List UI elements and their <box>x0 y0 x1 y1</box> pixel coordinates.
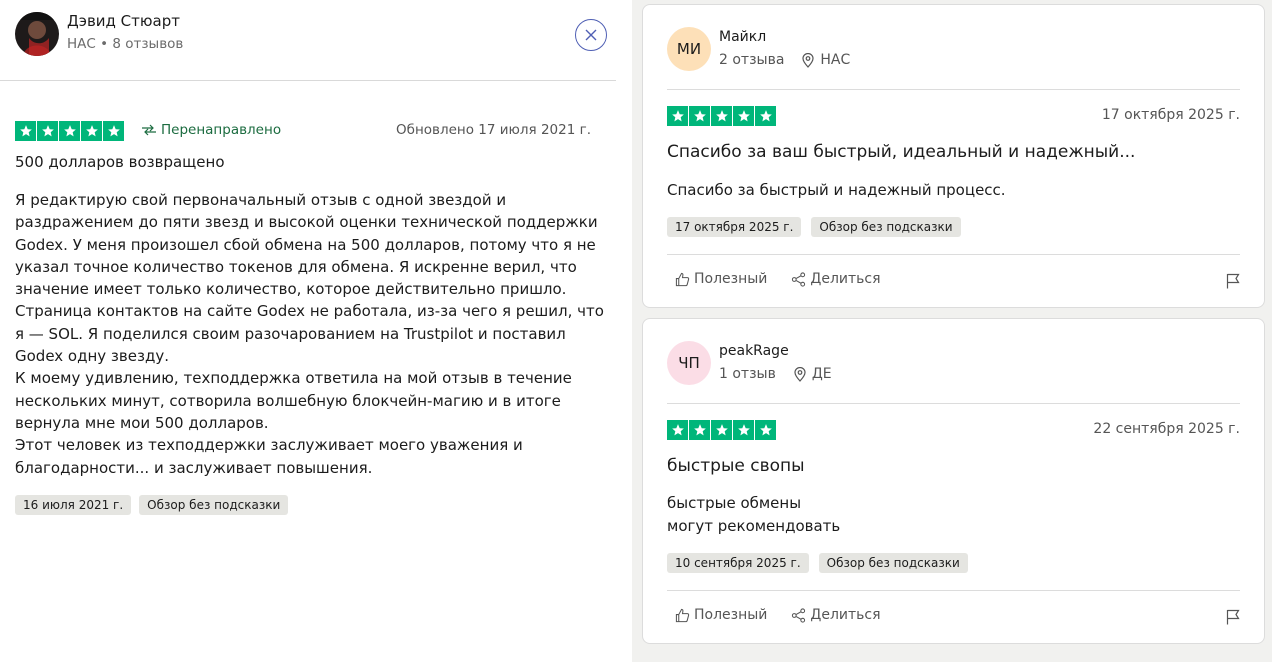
location-pin-icon <box>802 52 815 68</box>
share-label: Делиться <box>810 607 881 623</box>
star-icon <box>103 121 124 141</box>
useful-label: Полезный <box>694 607 768 623</box>
review-date: 22 сентября 2025 г. <box>1093 421 1240 437</box>
star-icon <box>689 420 710 440</box>
star-icon <box>59 121 80 141</box>
rating-stars <box>15 121 124 141</box>
review-author-header: Дэвид Стюарт НАС • 8 отзывов <box>0 0 616 81</box>
star-icon <box>667 420 688 440</box>
reviewer-meta: 2 отзыва НАС <box>719 52 850 68</box>
star-icon <box>15 121 36 141</box>
review-card: МИ Майкл 2 отзыва НАС 17 октября 2025 г.… <box>642 4 1265 308</box>
reviewer-location: ДЕ <box>811 366 832 382</box>
divider <box>667 254 1240 255</box>
flag-icon <box>1226 273 1240 289</box>
review-tags: 17 октября 2025 г. Обзор без подсказки <box>667 217 961 237</box>
review-title[interactable]: быстрые свопы <box>667 456 805 476</box>
avatar[interactable]: ЧП <box>667 341 711 385</box>
unprompted-tag: Обзор без подсказки <box>139 495 289 515</box>
divider <box>667 89 1240 90</box>
useful-button[interactable]: Полезный <box>675 271 767 287</box>
avatar[interactable]: МИ <box>667 27 711 71</box>
author-avatar[interactable] <box>15 12 59 56</box>
review-text-line: быстрые обмены <box>667 494 802 512</box>
redirected-indicator[interactable]: Перенаправлено <box>141 122 281 138</box>
star-icon <box>733 106 754 126</box>
reviewer-location: НАС <box>820 52 851 68</box>
unprompted-tag: Обзор без подсказки <box>818 553 968 573</box>
useful-label: Полезный <box>694 271 768 287</box>
divider <box>667 590 1240 591</box>
review-actions: Полезный Делиться <box>675 607 881 623</box>
star-icon <box>755 420 776 440</box>
review-body: Я редактирую свой первоначальный отзыв с… <box>15 189 605 479</box>
review-text-line: Спасибо за быстрый и надежный процесс. <box>667 181 1006 199</box>
useful-button[interactable]: Полезный <box>675 607 767 623</box>
share-button[interactable]: Делиться <box>791 271 881 287</box>
review-paragraph: Этот человек из техподдержки заслуживает… <box>15 436 523 477</box>
rating-stars <box>667 106 776 126</box>
share-label: Делиться <box>810 271 881 287</box>
date-tag: 17 октября 2025 г. <box>667 217 802 237</box>
review-paragraph: К моему удивлению, техподдержка ответила… <box>15 369 572 432</box>
reviewer-meta: 1 отзыв ДЕ <box>719 366 832 382</box>
reviewer-name[interactable]: peakRage <box>719 343 789 359</box>
unprompted-tag: Обзор без подсказки <box>811 217 961 237</box>
reviewer-name[interactable]: Майкл <box>719 29 766 45</box>
date-tag: 10 сентября 2025 г. <box>667 553 809 573</box>
flag-icon <box>1226 609 1240 625</box>
review-paragraph: Я редактирую свой первоначальный отзыв с… <box>15 191 604 366</box>
star-icon <box>755 106 776 126</box>
report-button[interactable] <box>1226 609 1240 629</box>
review-tags: 16 июля 2021 г. Обзор без подсказки <box>15 495 289 515</box>
share-button[interactable]: Делиться <box>791 607 881 623</box>
review-tags: 10 сентября 2025 г. Обзор без подсказки <box>667 553 968 573</box>
review-title: 500 долларов возвращено <box>15 153 225 171</box>
review-date: 17 октября 2025 г. <box>1101 107 1240 123</box>
review-text-line: могут рекомендовать <box>667 517 841 535</box>
redirected-label: Перенаправлено <box>161 122 282 138</box>
thumbs-up-icon <box>675 608 690 622</box>
updated-date: Обновлено 17 июля 2021 г. <box>396 122 591 138</box>
share-icon <box>792 271 806 287</box>
location-pin-icon <box>794 366 806 382</box>
close-icon <box>585 29 597 41</box>
author-name[interactable]: Дэвид Стюарт <box>67 12 180 30</box>
star-icon <box>689 106 710 126</box>
review-card: ЧП peakRage 1 отзыв ДЕ 22 сентября 2025 … <box>642 318 1265 644</box>
review-actions: Полезный Делиться <box>675 271 881 287</box>
close-button[interactable] <box>575 19 607 51</box>
thumbs-up-icon <box>675 272 690 286</box>
star-icon <box>37 121 58 141</box>
review-detail-panel: Дэвид Стюарт НАС • 8 отзывов Перенаправл… <box>0 0 632 662</box>
review-title[interactable]: Спасибо за ваш быстрый, идеальный и наде… <box>667 142 1135 162</box>
report-button[interactable] <box>1226 273 1240 293</box>
redirect-arrow-icon <box>142 124 156 136</box>
review-count: 2 отзыва <box>719 52 785 68</box>
rating-stars <box>667 420 776 440</box>
review-body: быстрые обмены могут рекомендовать <box>667 492 840 538</box>
author-meta: НАС • 8 отзывов <box>67 36 184 52</box>
star-icon <box>711 420 732 440</box>
star-icon <box>81 121 102 141</box>
review-body: Спасибо за быстрый и надежный процесс. <box>667 179 1006 202</box>
date-tag: 16 июля 2021 г. <box>15 495 132 515</box>
share-icon <box>792 607 806 623</box>
divider <box>667 403 1240 404</box>
star-icon <box>667 106 688 126</box>
review-count: 1 отзыв <box>719 366 776 382</box>
star-icon <box>733 420 754 440</box>
star-icon <box>711 106 732 126</box>
